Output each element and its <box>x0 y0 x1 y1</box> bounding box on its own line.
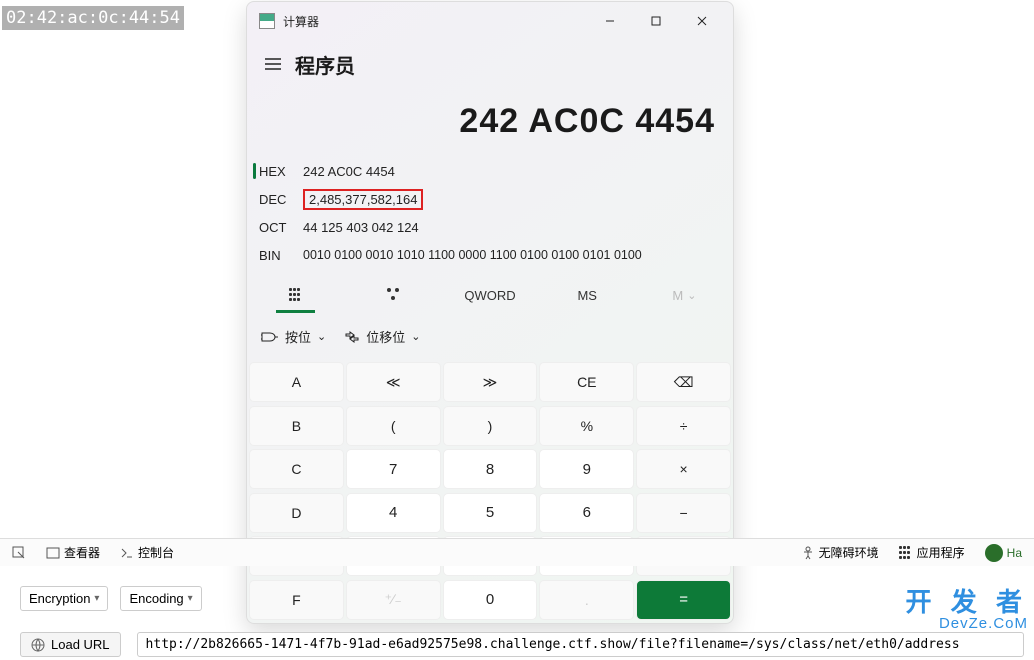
hex-row[interactable]: HEX 242 AC0C 4454 <box>259 157 721 185</box>
watermark-line2: DevZe.CoM <box>906 615 1028 632</box>
bin-row[interactable]: BIN 0010 0100 0010 1010 1100 0000 1100 0… <box>259 241 721 269</box>
hackbar-toolbar: Encryption▾ Encoding▾ <box>0 580 1034 617</box>
bitshift-dropdown[interactable]: 位移位 ⌄ <box>338 323 426 350</box>
key-lparen[interactable]: ( <box>346 406 441 446</box>
logic-gate-icon <box>261 331 279 343</box>
hackbar-icon <box>985 544 1003 562</box>
menu-button[interactable] <box>253 46 293 82</box>
titlebar: 计算器 <box>247 2 733 40</box>
apps-icon <box>899 546 913 560</box>
console-icon <box>120 546 134 560</box>
key-8[interactable]: 8 <box>443 449 538 489</box>
pick-element-button[interactable] <box>6 546 32 560</box>
encoding-dropdown[interactable]: Encoding▾ <box>120 586 201 611</box>
bitwise-dropdown[interactable]: 按位 ⌄ <box>255 323 332 350</box>
key-subtract[interactable]: − <box>636 493 731 533</box>
chevron-down-icon: ⌄ <box>687 289 696 302</box>
options-row: QWORD MS M⌄ <box>247 277 733 313</box>
hex-value: 242 AC0C 4454 <box>303 164 395 179</box>
encryption-dropdown[interactable]: Encryption▾ <box>20 586 108 611</box>
bin-value: 0010 0100 0010 1010 1100 0000 1100 0100 … <box>303 248 642 262</box>
window-title: 计算器 <box>283 13 587 30</box>
chevron-down-icon: ⌄ <box>317 330 326 343</box>
maximize-icon <box>651 16 661 26</box>
minimize-icon <box>605 16 615 26</box>
key-6[interactable]: 6 <box>539 493 634 533</box>
dec-row[interactable]: DEC 2,485,377,582,164 <box>259 185 721 213</box>
key-divide[interactable]: ÷ <box>636 406 731 446</box>
oct-row[interactable]: OCT 44 125 403 042 124 <box>259 213 721 241</box>
accessibility-icon <box>801 546 815 560</box>
globe-icon <box>31 638 45 652</box>
memory-dropdown[interactable]: M⌄ <box>636 277 733 313</box>
display: 242 AC0C 4454 <box>247 92 733 155</box>
mode-label: 程序员 <box>295 50 355 79</box>
key-percent[interactable]: % <box>539 406 634 446</box>
inspect-icon <box>12 546 26 560</box>
caret-down-icon: ▾ <box>94 593 99 604</box>
mac-address-text: 02:42:ac:0c:44:54 <box>2 6 184 30</box>
tab-inspector[interactable]: 查看器 <box>40 544 106 561</box>
bitwise-label: 按位 <box>285 327 311 346</box>
tab-accessibility[interactable]: 无障碍环境 <box>795 544 885 561</box>
key-9[interactable]: 9 <box>539 449 634 489</box>
bit-toggle[interactable] <box>344 277 441 313</box>
keypad-icon <box>289 288 303 302</box>
bits-icon <box>385 288 401 302</box>
url-input[interactable] <box>137 632 1024 657</box>
devtools-bar: 查看器 控制台 无障碍环境 应用程序 Ha <box>0 538 1034 566</box>
hex-label: HEX <box>259 164 303 179</box>
key-4[interactable]: 4 <box>346 493 441 533</box>
key-7[interactable]: 7 <box>346 449 441 489</box>
hamburger-icon <box>265 58 281 70</box>
key-multiply[interactable]: × <box>636 449 731 489</box>
key-5[interactable]: 5 <box>443 493 538 533</box>
minimize-button[interactable] <box>587 5 633 37</box>
oct-value: 44 125 403 042 124 <box>303 220 419 235</box>
key-shift-left[interactable]: ≪ <box>346 362 441 402</box>
key-rparen[interactable]: ) <box>443 406 538 446</box>
maximize-button[interactable] <box>633 5 679 37</box>
key-b[interactable]: B <box>249 406 344 446</box>
bitshift-label: 位移位 <box>366 327 405 346</box>
keypad-toggle[interactable] <box>247 277 344 313</box>
calculator-window: 计算器 程序员 242 AC0C 4454 HEX 242 AC0C 4454 … <box>246 1 734 624</box>
bitops-row: 按位 ⌄ 位移位 ⌄ <box>247 313 733 360</box>
key-shift-right[interactable]: ≫ <box>443 362 538 402</box>
tab-console[interactable]: 控制台 <box>114 544 180 561</box>
close-icon <box>697 16 707 26</box>
key-ce[interactable]: CE <box>539 362 634 402</box>
dec-value: 2,485,377,582,164 <box>303 189 423 210</box>
word-size-button[interactable]: QWORD <box>441 277 538 313</box>
inspector-icon <box>46 546 60 560</box>
tab-apps[interactable]: 应用程序 <box>893 544 971 561</box>
key-d[interactable]: D <box>249 493 344 533</box>
oct-label: OCT <box>259 220 303 235</box>
dec-label: DEC <box>259 192 303 207</box>
key-c[interactable]: C <box>249 449 344 489</box>
shift-icon <box>344 331 360 343</box>
close-button[interactable] <box>679 5 725 37</box>
load-url-button[interactable]: Load URL <box>20 632 121 657</box>
key-backspace[interactable]: ⌫ <box>636 362 731 402</box>
chevron-down-icon: ⌄ <box>411 330 420 343</box>
number-bases: HEX 242 AC0C 4454 DEC 2,485,377,582,164 … <box>247 155 733 277</box>
url-load-bar: Load URL <box>20 632 1024 657</box>
mode-bar: 程序员 <box>247 40 733 92</box>
caret-down-icon: ▾ <box>188 593 193 604</box>
calculator-icon <box>259 13 275 29</box>
tab-hackbar[interactable]: Ha <box>979 544 1028 562</box>
bin-label: BIN <box>259 248 303 263</box>
memory-store-button[interactable]: MS <box>539 277 636 313</box>
key-a[interactable]: A <box>249 362 344 402</box>
